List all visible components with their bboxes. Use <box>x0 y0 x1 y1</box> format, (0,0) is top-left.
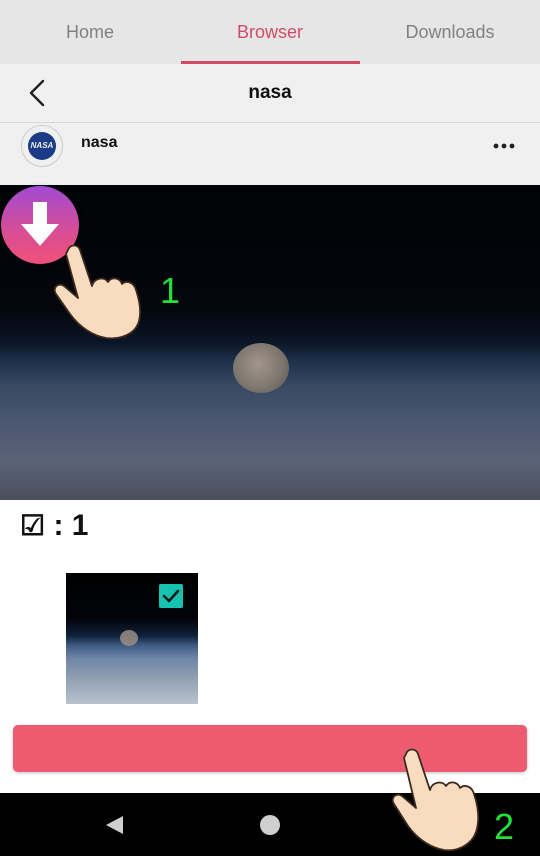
moon <box>233 343 289 393</box>
nav-home-icon[interactable] <box>260 815 280 835</box>
selection-count-text: : 1 <box>53 509 89 542</box>
pointing-hand-icon <box>391 748 480 852</box>
thumbnail-checkbox[interactable] <box>159 584 183 608</box>
checkbox-icon: ☑ <box>20 510 46 541</box>
overlay-dim <box>0 0 540 185</box>
step-number-2: 2 <box>494 806 515 847</box>
check-icon <box>162 589 180 603</box>
nav-back-icon <box>106 816 123 834</box>
pointing-hand-icon <box>53 244 142 340</box>
nav-back-button[interactable] <box>103 813 127 837</box>
thumbnail-moon <box>120 630 138 646</box>
post-photo[interactable] <box>0 185 540 500</box>
step-number-1: 1 <box>160 270 181 311</box>
selection-count: ☑ : 1 <box>20 506 88 546</box>
